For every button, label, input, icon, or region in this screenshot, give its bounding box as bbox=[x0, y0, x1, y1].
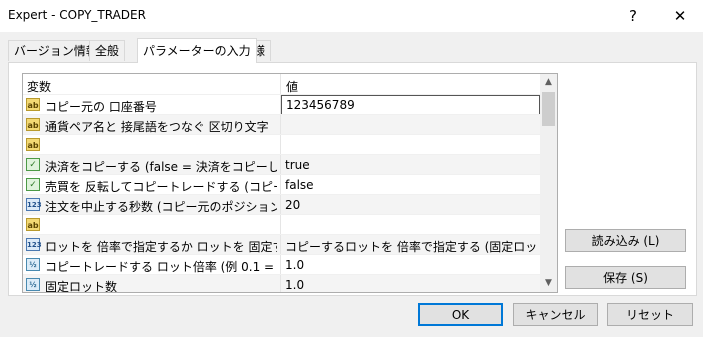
cancel-button[interactable]: キャンセル bbox=[513, 303, 598, 326]
help-button[interactable]: ? bbox=[618, 4, 648, 28]
parameter-name: コピー元の 口座番号 bbox=[45, 100, 157, 114]
tab-general[interactable]: 全般 bbox=[89, 40, 126, 61]
parameter-type-dbl-icon: ½ bbox=[26, 278, 40, 291]
parameter-name: 通貨ペア名と 接尾語をつなぐ 区切り文字 （･･ bbox=[45, 120, 277, 134]
parameter-type-int-icon: 123 bbox=[26, 238, 42, 251]
header-separator bbox=[280, 74, 281, 94]
parameter-value-input[interactable]: 123456789 bbox=[281, 95, 540, 116]
parameter-type-ab-icon: ab bbox=[26, 118, 40, 131]
reset-button[interactable]: リセット bbox=[607, 303, 693, 326]
parameter-value[interactable]: 1.0 bbox=[285, 278, 539, 292]
column-separator bbox=[280, 255, 281, 275]
parameter-row[interactable]: ab コピー元の 口座番号 123456789 bbox=[23, 94, 540, 116]
parameter-row[interactable]: 123注文を中止する秒数 (コピー元のポジションが約･･ 20 bbox=[23, 194, 540, 215]
column-separator bbox=[280, 135, 281, 155]
window-title: Expert - COPY_TRADER bbox=[8, 8, 146, 22]
parameter-type-bool-icon: ✓ bbox=[26, 178, 40, 191]
parameter-value[interactable]: true bbox=[285, 158, 539, 172]
parameter-value[interactable]: コピーするロットを 倍率で指定する (固定ロット数は ･･ bbox=[285, 238, 539, 255]
tab-panel: 変数 値 ab コピー元の 口座番号 123456789 ab 通貨ペア名と 接尾語をつ… bbox=[8, 62, 697, 296]
column-separator bbox=[280, 235, 281, 255]
parameter-type-ab-icon: ab bbox=[26, 98, 40, 111]
column-separator bbox=[280, 115, 281, 135]
tab-input-parameters[interactable]: パラメーターの入力 bbox=[137, 38, 257, 63]
scroll-up-arrow-icon[interactable]: ▲ bbox=[540, 74, 557, 91]
parameter-row[interactable]: ab bbox=[23, 214, 540, 235]
parameter-type-ab-icon: ab bbox=[26, 138, 40, 151]
parameter-value[interactable]: 1.0 bbox=[285, 258, 539, 272]
parameter-row[interactable]: ✓ 決済をコピーする (false = 決済をコピーしないで･･ true bbox=[23, 154, 540, 175]
scroll-thumb[interactable] bbox=[542, 92, 555, 126]
parameter-row[interactable]: 123ロットを 倍率で指定するか ロットを 固定するか･･ コピーするロットを 倍… bbox=[23, 234, 540, 255]
column-separator bbox=[280, 155, 281, 175]
parameter-value: 123456789 bbox=[286, 98, 355, 112]
column-separator bbox=[280, 215, 281, 235]
parameter-type-bool-icon: ✓ bbox=[26, 158, 40, 171]
parameter-name: 注文を中止する秒数 (コピー元のポジションが約･･ bbox=[45, 200, 277, 214]
close-button[interactable]: ✕ bbox=[665, 4, 695, 28]
parameter-name: 固定ロット数 bbox=[45, 280, 118, 293]
parameter-row[interactable]: ab bbox=[23, 134, 540, 155]
column-separator bbox=[280, 195, 281, 215]
title-bar: Expert - COPY_TRADER ? ✕ bbox=[0, 0, 703, 32]
header-variable[interactable]: 変数 bbox=[27, 78, 51, 95]
parameter-name: コピートレードする ロット倍率 (例 0.1 = 1/10倍･･ bbox=[45, 260, 277, 274]
load-button[interactable]: 読み込み (L) bbox=[565, 229, 686, 252]
parameter-type-ab-icon: ab bbox=[26, 218, 40, 231]
parameter-value[interactable]: false bbox=[285, 178, 539, 192]
column-separator bbox=[280, 175, 281, 195]
parameter-name: 決済をコピーする (false = 決済をコピーしないで･･ bbox=[45, 160, 277, 174]
header-value[interactable]: 値 bbox=[286, 78, 298, 95]
save-button[interactable]: 保存 (S) bbox=[565, 266, 686, 289]
parameter-name: 売買を 反転してコピートレードする (コピー元と 両･･ bbox=[45, 180, 277, 194]
parameter-row[interactable]: ab 通貨ペア名と 接尾語をつなぐ 区切り文字 （･･ bbox=[23, 114, 540, 135]
parameter-name: ロットを 倍率で指定するか ロットを 固定するか･･ bbox=[45, 240, 277, 254]
scroll-down-arrow-icon[interactable]: ▼ bbox=[540, 275, 557, 292]
ok-button[interactable]: OK bbox=[418, 303, 503, 326]
grid-header: 変数 値 bbox=[23, 74, 540, 94]
vertical-scrollbar[interactable]: ▲ ▼ bbox=[540, 74, 557, 292]
parameter-row[interactable]: ✓ 売買を 反転してコピートレードする (コピー元と 両･･ false bbox=[23, 174, 540, 195]
parameter-row[interactable]: ½ 固定ロット数 1.0 bbox=[23, 274, 540, 293]
parameter-row[interactable]: ½ コピートレードする ロット倍率 (例 0.1 = 1/10倍･･ 1.0 bbox=[23, 254, 540, 275]
parameter-type-int-icon: 123 bbox=[26, 198, 42, 211]
parameter-grid: 変数 値 ab コピー元の 口座番号 123456789 ab 通貨ペア名と 接尾語をつ… bbox=[22, 73, 558, 293]
parameter-value[interactable]: 20 bbox=[285, 198, 539, 212]
column-separator bbox=[280, 275, 281, 292]
parameter-type-dbl-icon: ½ bbox=[26, 258, 40, 271]
